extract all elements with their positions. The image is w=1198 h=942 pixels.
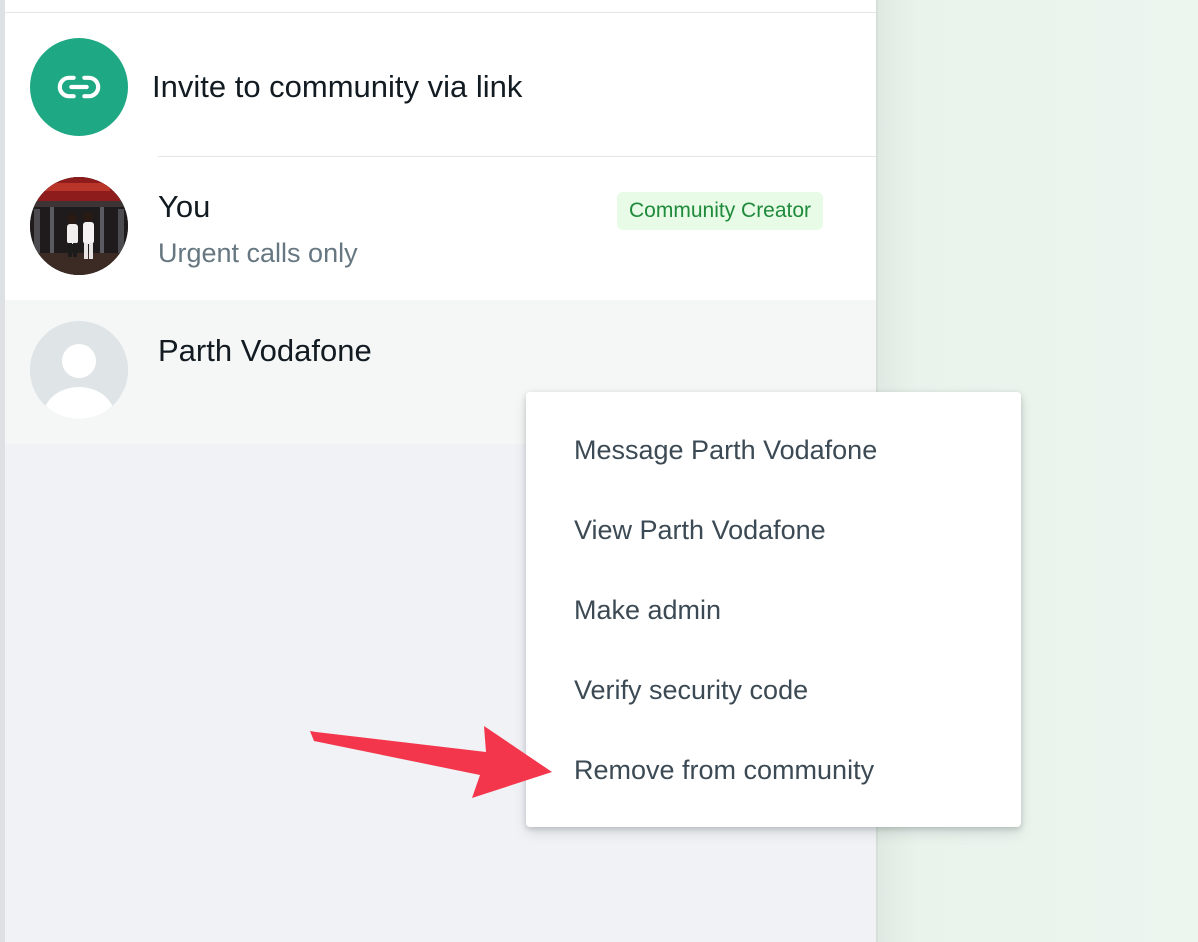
menu-item-label: Make admin bbox=[574, 595, 722, 625]
member-context-menu: Message Parth Vodafone View Parth Vodafo… bbox=[526, 392, 1021, 827]
invite-via-link-row[interactable]: Invite to community via link bbox=[5, 13, 876, 156]
member-status: Urgent calls only bbox=[158, 238, 358, 268]
default-avatar-icon bbox=[30, 321, 128, 419]
member-name: Parth Vodafone bbox=[158, 333, 372, 368]
menu-item-message[interactable]: Message Parth Vodafone bbox=[526, 410, 1021, 490]
link-icon bbox=[57, 75, 101, 99]
menu-item-make-admin[interactable]: Make admin bbox=[526, 570, 1021, 650]
menu-item-label: Verify security code bbox=[574, 675, 809, 705]
menu-item-view-contact[interactable]: View Parth Vodafone bbox=[526, 490, 1021, 570]
community-creator-badge: Community Creator bbox=[617, 192, 824, 230]
invite-via-link-label: Invite to community via link bbox=[152, 69, 523, 104]
menu-item-label: Remove from community bbox=[574, 755, 875, 785]
avatar bbox=[30, 321, 128, 419]
menu-item-remove-from-community[interactable]: Remove from community bbox=[526, 730, 1021, 810]
menu-item-label: View Parth Vodafone bbox=[574, 515, 826, 545]
menu-item-label: Message Parth Vodafone bbox=[574, 435, 878, 465]
member-name: You bbox=[158, 189, 211, 224]
avatar bbox=[30, 177, 128, 275]
profile-photo bbox=[30, 177, 128, 275]
invite-link-avatar bbox=[30, 38, 128, 136]
member-row-you[interactable]: You Urgent calls only Community Creator bbox=[5, 157, 876, 300]
menu-item-verify-security-code[interactable]: Verify security code bbox=[526, 650, 1021, 730]
